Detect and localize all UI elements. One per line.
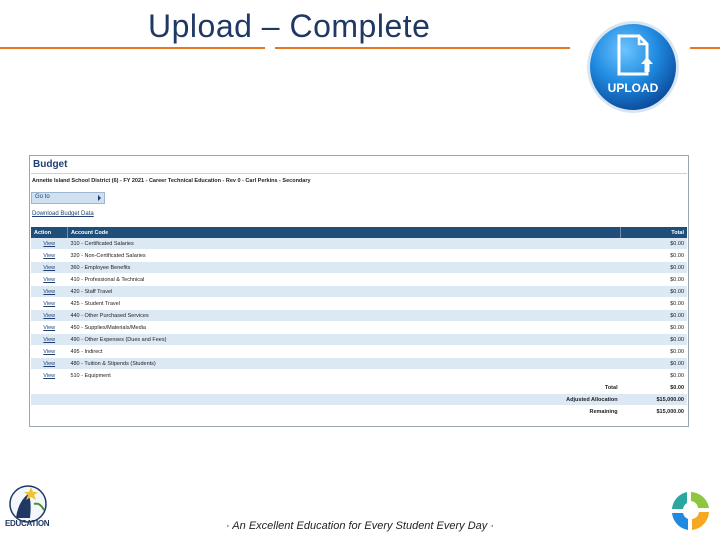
view-link[interactable]: View: [31, 369, 68, 382]
table-row: View 490 - Other Expenses (Dues and Fees)…: [31, 333, 687, 346]
row-total: $0.00: [620, 309, 687, 322]
table-row: View 480 - Tuition & Stipends (Students) $…: [31, 357, 687, 370]
table-row: View 360 - Employee Benefits $0.00: [31, 261, 687, 274]
upload-icon: UPLOAD: [585, 20, 685, 114]
footer-tagline: · An Excellent Education for Every Stude…: [226, 520, 494, 532]
download-budget-data-link[interactable]: Download Budget Data: [32, 211, 94, 217]
account-code: 480 - Tuition & Stipends (Students): [67, 357, 621, 370]
table-row: View 425 - Student Travel $0.00: [31, 297, 687, 310]
budget-table: Action Account Code Total View 310 - Cert…: [31, 227, 687, 418]
column-header-account-code: Account Code: [67, 227, 622, 238]
account-code: 440 - Other Purchased Services: [67, 309, 621, 322]
slide-title: Upload – Complete: [148, 8, 431, 44]
table-row: View 420 - Staff Travel $0.00: [31, 285, 687, 298]
summary-label: Remaining: [67, 405, 621, 418]
view-link[interactable]: View: [31, 333, 68, 346]
table-row: View 440 - Other Purchased Services $0.00: [31, 309, 687, 322]
upload-badge-label: UPLOAD: [607, 81, 659, 95]
district-line: Annette Island School District (6) - FY …: [32, 178, 311, 184]
summary-row-total: Total $0.00: [31, 381, 687, 394]
account-code: 490 - Other Expenses (Dues and Fees): [67, 333, 621, 346]
summary-value: $15,000.00: [620, 405, 687, 418]
view-link[interactable]: View: [31, 249, 68, 262]
column-header-action: Action: [31, 227, 68, 238]
column-header-total: Total: [620, 227, 687, 238]
underline-gap: [265, 47, 275, 49]
goto-dropdown[interactable]: Go to: [31, 192, 105, 204]
view-link[interactable]: View: [31, 345, 68, 358]
summary-value: $15,000.00: [620, 393, 687, 406]
account-code: 510 - Equipment: [67, 369, 621, 382]
table-row: View 510 - Equipment $0.00: [31, 369, 687, 382]
chevron-right-icon: [98, 195, 101, 201]
account-code: 420 - Staff Travel: [67, 285, 621, 298]
row-total: $0.00: [620, 333, 687, 346]
summary-label: Total: [67, 381, 621, 394]
budget-title-divider: [31, 173, 687, 174]
summary-row-adjusted-allocation: Adjusted Allocation $15,000.00: [31, 393, 687, 406]
view-link[interactable]: View: [31, 309, 68, 322]
account-code: 310 - Certificated Salaries: [67, 238, 621, 250]
row-total: $0.00: [620, 249, 687, 262]
table-row: View 410 - Professional & Technical $0.00: [31, 273, 687, 286]
row-total: $0.00: [620, 369, 687, 382]
summary-value: $0.00: [620, 381, 687, 394]
account-code: 425 - Student Travel: [67, 297, 621, 310]
row-total: $0.00: [620, 321, 687, 334]
row-total: $0.00: [620, 261, 687, 274]
table-row: View 495 - Indirect $0.00: [31, 345, 687, 358]
summary-label: Adjusted Allocation: [67, 393, 621, 406]
row-total: $0.00: [620, 357, 687, 370]
row-total: $0.00: [620, 345, 687, 358]
budget-title: Budget: [33, 159, 68, 170]
budget-panel: Budget Annette Island School District (6…: [29, 155, 689, 427]
account-code: 360 - Employee Benefits: [67, 261, 621, 274]
row-total: $0.00: [620, 238, 687, 250]
account-code: 495 - Indirect: [67, 345, 621, 358]
table-row: View 320 - Non-Certificated Salaries $0.00: [31, 249, 687, 262]
row-total: $0.00: [620, 273, 687, 286]
summary-row-remaining: Remaining $15,000.00: [31, 405, 687, 418]
account-code: 450 - Supplies/Materials/Media: [67, 321, 621, 334]
view-link[interactable]: View: [31, 357, 68, 370]
swirl-logo-icon: [668, 488, 714, 534]
row-total: $0.00: [620, 297, 687, 310]
view-link[interactable]: View: [31, 238, 68, 250]
view-link[interactable]: View: [31, 261, 68, 274]
account-code: 320 - Non-Certificated Salaries: [67, 249, 621, 262]
goto-label: Go to: [35, 194, 50, 200]
title-underline-right: [690, 47, 720, 49]
table-row: View 310 - Certificated Salaries $0.00: [31, 238, 687, 250]
table-row: View 450 - Supplies/Materials/Media $0.00: [31, 321, 687, 334]
row-total: $0.00: [620, 285, 687, 298]
account-code: 410 - Professional & Technical: [67, 273, 621, 286]
view-link[interactable]: View: [31, 285, 68, 298]
title-underline: [0, 47, 570, 49]
view-link[interactable]: View: [31, 321, 68, 334]
view-link[interactable]: View: [31, 297, 68, 310]
view-link[interactable]: View: [31, 273, 68, 286]
